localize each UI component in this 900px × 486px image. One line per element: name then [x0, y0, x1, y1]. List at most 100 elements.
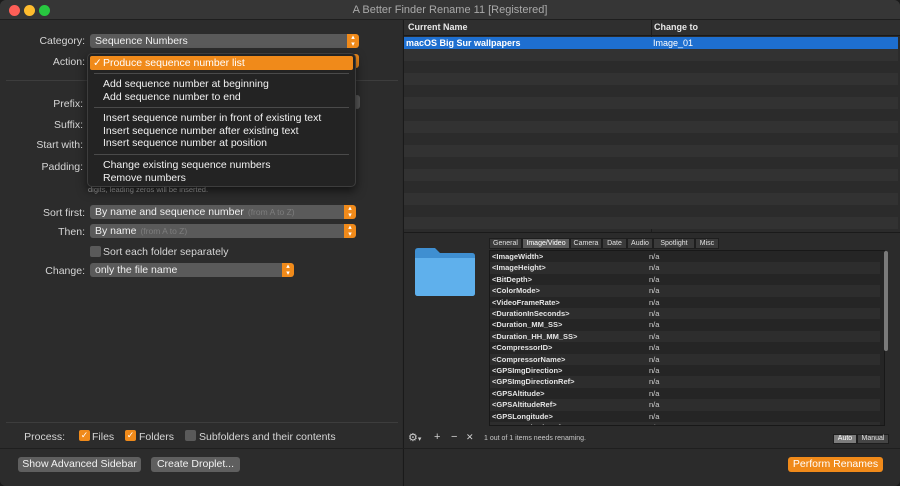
metadata-row[interactable]: <GPSAltitude> n/a	[490, 387, 880, 400]
metadata-row[interactable]: <GPSLongitudeRef> n/a	[490, 422, 880, 425]
action-label: Action:	[52, 56, 85, 68]
table-row[interactable]: macOS Big Sur wallpapers Image_01	[404, 37, 898, 49]
empty-table-row	[404, 205, 898, 217]
metadata-scrollbar[interactable]	[884, 251, 888, 351]
metadata-row[interactable]: <ColorMode> n/a	[490, 285, 880, 297]
metadata-value: n/a	[649, 366, 660, 375]
metadata-value: n/a	[649, 377, 660, 387]
empty-table-row	[404, 121, 898, 133]
empty-table-row	[404, 181, 898, 193]
tab-misc[interactable]: Misc	[695, 238, 719, 249]
metadata-value: n/a	[649, 388, 660, 398]
rename-status: 1 out of 1 items needs renaming.	[484, 435, 586, 442]
empty-table-row	[404, 109, 898, 121]
tab-audio[interactable]: Audio	[627, 238, 653, 249]
then-value: By name	[95, 225, 137, 237]
app-window: A Better Finder Rename 11 [Registered] C…	[0, 0, 900, 486]
menu-item-produce-list[interactable]: ✓ Produce sequence number list	[90, 56, 353, 70]
change-value: only the file name	[95, 264, 178, 276]
sort-first-value: By name and sequence number	[95, 206, 244, 218]
metadata-key: <GPSLongitudeRef>	[492, 423, 565, 425]
prefix-label: Prefix:	[53, 98, 83, 110]
change-popup[interactable]: only the file name ▴ ▾	[90, 263, 294, 277]
manual-mode-toggle[interactable]: Manual	[857, 434, 889, 444]
popup-arrows-icon: ▴▾	[344, 205, 356, 219]
metadata-row[interactable]: <Duration_MM_SS> n/a	[490, 319, 880, 331]
metadata-row[interactable]: <BitDepth> n/a	[490, 273, 880, 286]
padding-label: Padding:	[41, 161, 83, 173]
sort-first-popup[interactable]: By name and sequence number (from A to Z)…	[90, 205, 356, 219]
menu-item-change-existing[interactable]: Change existing sequence numbers	[103, 159, 271, 171]
clear-icon[interactable]: ✕	[466, 432, 474, 443]
menu-item-insert-after[interactable]: Insert sequence number after existing te…	[103, 125, 299, 137]
metadata-value: n/a	[649, 331, 660, 341]
auto-mode-toggle[interactable]: Auto	[833, 434, 857, 444]
then-order: (from A to Z)	[140, 226, 188, 236]
metadata-row[interactable]: <CompressorName> n/a	[490, 353, 880, 365]
column-change-to[interactable]: Change to	[654, 22, 698, 32]
tab-camera[interactable]: Camera	[570, 238, 602, 249]
folders-label: Folders	[139, 431, 175, 443]
sort-each-folder-checkbox[interactable]	[90, 246, 101, 257]
metadata-row[interactable]: <GPSAltitudeRef> n/a	[490, 399, 880, 411]
metadata-row[interactable]: <Duration_HH_MM_SS> n/a	[490, 330, 880, 343]
category-label: Category:	[39, 35, 85, 47]
show-advanced-sidebar-button[interactable]: Show Advanced Sidebar	[18, 457, 141, 472]
metadata-key: <BitDepth>	[492, 274, 533, 284]
menu-item-add-at-beginning[interactable]: Add sequence number at beginning	[103, 78, 269, 90]
metadata-row[interactable]: <ImageWidth> n/a	[490, 251, 880, 263]
menu-item-insert-at-position[interactable]: Insert sequence number at position	[103, 137, 267, 149]
metadata-row[interactable]: <GPSLongitude> n/a	[490, 410, 880, 422]
subfolders-checkbox[interactable]	[185, 430, 196, 441]
metadata-key: <ImageHeight>	[492, 263, 546, 273]
metadata-key: <CompressorName>	[492, 354, 566, 364]
metadata-row[interactable]: <GPSImgDirection> n/a	[490, 365, 880, 377]
preview-panel: Current Name Change to macOS Big Sur wal…	[403, 20, 900, 486]
perform-renames-button[interactable]: Perform Renames	[788, 457, 883, 472]
files-checkbox[interactable]: ✓	[79, 430, 90, 441]
metadata-row[interactable]: <VideoFrameRate> n/a	[490, 296, 880, 308]
then-popup[interactable]: By name (from A to Z) ▴ ▾	[90, 224, 356, 238]
metadata-row[interactable]: <CompressorID> n/a	[490, 342, 880, 354]
title-bar: A Better Finder Rename 11 [Registered]	[0, 0, 900, 20]
metadata-row[interactable]: <DurationInSeconds> n/a	[490, 308, 880, 320]
empty-table-row	[404, 133, 898, 145]
menu-separator	[94, 107, 349, 108]
metadata-key: <Duration_MM_SS>	[492, 320, 563, 330]
empty-table-row	[404, 73, 898, 85]
category-popup[interactable]: Sequence Numbers ▴ ▾	[90, 34, 359, 48]
tab-spotlight[interactable]: Spotlight	[653, 238, 695, 249]
subfolders-label: Subfolders and their contents	[199, 431, 336, 443]
metadata-value: n/a	[649, 400, 660, 410]
metadata-key: <ColorMode>	[492, 286, 540, 296]
empty-table-row	[404, 217, 898, 229]
tab-image-video[interactable]: Image/Video	[522, 238, 570, 249]
add-icon[interactable]: +	[434, 431, 440, 443]
suffix-label: Suffix:	[54, 119, 83, 131]
window-title: A Better Finder Rename 11 [Registered]	[352, 4, 548, 16]
menu-item-insert-in-front[interactable]: Insert sequence number in front of exist…	[103, 112, 321, 124]
category-value: Sequence Numbers	[95, 35, 188, 47]
current-name-cell: macOS Big Sur wallpapers	[406, 38, 521, 48]
metadata-value: n/a	[649, 263, 660, 273]
folders-checkbox[interactable]: ✓	[125, 430, 136, 441]
panel-divider	[404, 232, 900, 233]
tab-date[interactable]: Date	[602, 238, 627, 249]
menu-item-add-to-end[interactable]: Add sequence number to end	[103, 91, 241, 103]
empty-table-row	[404, 61, 898, 73]
metadata-row[interactable]: <GPSImgDirectionRef> n/a	[490, 376, 880, 388]
metadata-value: n/a	[649, 274, 660, 284]
column-current-name[interactable]: Current Name	[408, 22, 468, 32]
menu-item-remove-numbers[interactable]: Remove numbers	[103, 172, 186, 184]
metadata-key: <GPSImgDirection>	[492, 366, 563, 375]
empty-table-row	[404, 145, 898, 157]
remove-icon[interactable]: −	[451, 431, 457, 443]
change-to-cell: Image_01	[653, 38, 694, 48]
create-droplet-button[interactable]: Create Droplet...	[151, 457, 240, 472]
metadata-row[interactable]: <ImageHeight> n/a	[490, 262, 880, 274]
metadata-value: n/a	[649, 423, 659, 425]
gear-icon[interactable]: ⚙▾	[408, 431, 421, 444]
start-with-label: Start with:	[36, 139, 83, 151]
popup-arrows-icon: ▴▾	[282, 263, 294, 277]
tab-general[interactable]: General	[489, 238, 522, 249]
